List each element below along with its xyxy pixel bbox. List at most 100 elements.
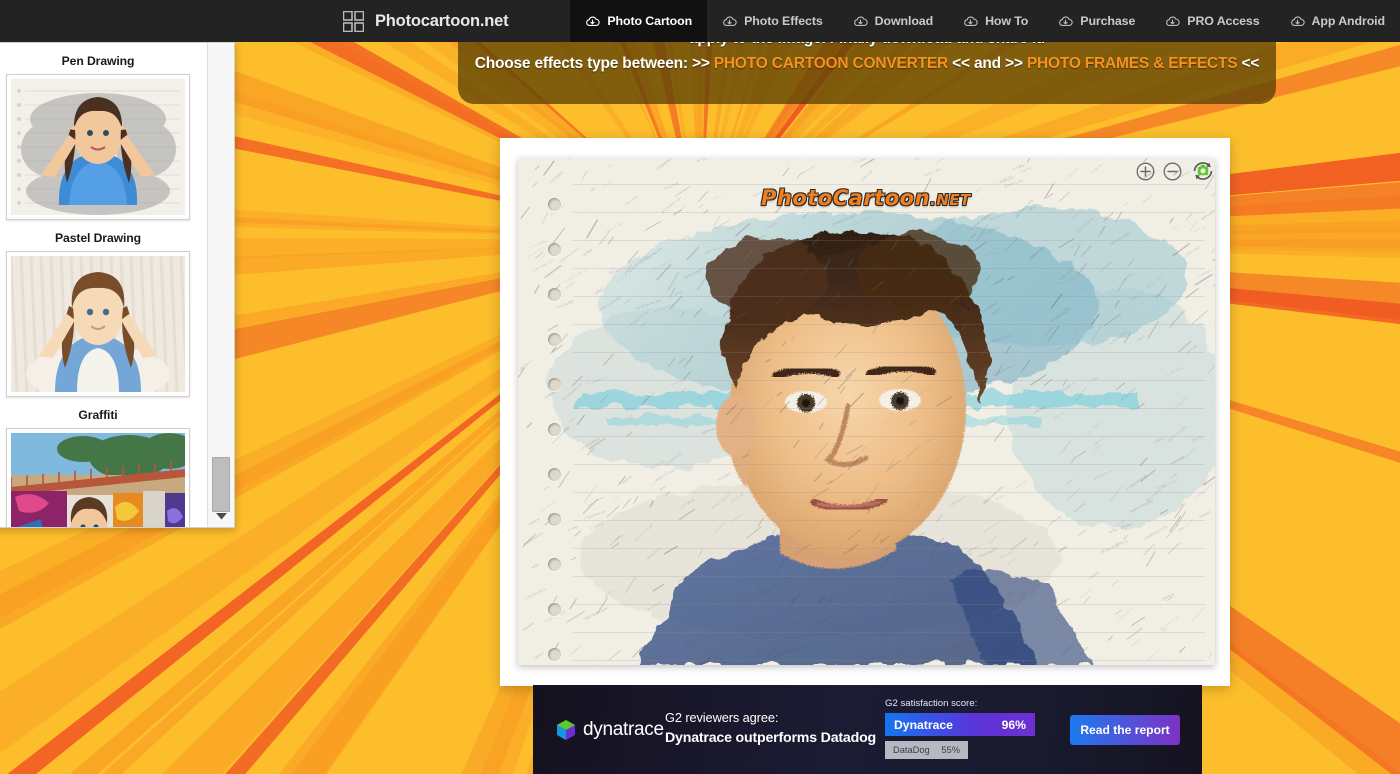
rule-line — [573, 240, 1205, 241]
rule-line — [573, 632, 1205, 633]
punch-hole — [548, 333, 561, 346]
rule-line — [573, 268, 1205, 269]
effect-label: Graffiti — [78, 408, 118, 422]
brand-logo-link[interactable]: Photocartoon.net — [343, 0, 509, 42]
banner-line-2: Choose effects type between: >> PHOTO CA… — [458, 51, 1276, 76]
cloud-download-icon — [586, 16, 600, 26]
sidebar-scrollbar-track[interactable] — [207, 43, 234, 527]
rule-line — [573, 408, 1205, 409]
brand-name: Photocartoon.net — [375, 11, 509, 30]
nav-item-purchase[interactable]: Purchase — [1043, 0, 1150, 42]
image-canvas-panel: PhotoCartoon.NET — [500, 138, 1230, 686]
punch-hole — [548, 468, 561, 481]
rule-line — [573, 380, 1205, 381]
rule-line — [573, 352, 1205, 353]
rule-line — [573, 520, 1205, 521]
nav-item-label: Photo Cartoon — [607, 14, 693, 28]
rule-line — [573, 604, 1205, 605]
link-photo-frames-effects[interactable]: PHOTO FRAMES & EFFECTS — [1027, 55, 1238, 72]
punch-hole — [548, 513, 561, 526]
nav-item-download[interactable]: Download — [838, 0, 948, 42]
image-toolbar — [1136, 158, 1216, 184]
rule-line — [573, 548, 1205, 549]
reset-refresh-button[interactable] — [1190, 158, 1216, 184]
rule-line — [573, 212, 1205, 213]
banner-prefix: Choose effects type between: >> — [474, 55, 710, 72]
rule-line — [573, 436, 1205, 437]
zoom-out-button[interactable] — [1163, 162, 1182, 181]
nav-item-pro-access[interactable]: PRO Access — [1150, 0, 1274, 42]
nav-item-how-to[interactable]: How To — [948, 0, 1043, 42]
effect-thumbnail-image[interactable] — [11, 433, 185, 527]
punch-hole — [548, 558, 561, 571]
nav-item-photo-cartoon[interactable]: Photo Cartoon — [570, 0, 708, 42]
cloud-download-icon — [964, 16, 978, 26]
nav-item-label: Download — [874, 14, 934, 28]
nav-item-label: App Android — [1311, 14, 1386, 28]
ad-bar-dynatrace-name: Dynatrace — [894, 717, 953, 732]
nav-menu: Photo Cartoon Photo Effects Download How To… — [570, 0, 1400, 42]
punch-hole — [548, 423, 561, 436]
image-watermark: PhotoCartoon.NET — [761, 186, 971, 210]
top-navbar: Photocartoon.net Photo Cartoon Photo Effe… — [0, 0, 1400, 42]
effect-thumbnail-image[interactable] — [11, 256, 185, 392]
banner-suffix: << — [1241, 55, 1260, 72]
punch-hole — [548, 603, 561, 616]
sidebar-scroll-down-button[interactable] — [208, 505, 234, 527]
punch-hole — [548, 288, 561, 301]
ad-logo: dynatrace — [555, 719, 664, 741]
nav-item-label: Purchase — [1080, 14, 1136, 28]
watermark-suffix: .NET — [930, 191, 971, 209]
ad-copy-line-2: Dynatrace outperforms Datadog — [665, 730, 876, 746]
banner-middle: << and >> — [952, 55, 1023, 72]
effects-list: Pen Drawing Pastel Drawing Graffiti — [0, 43, 208, 527]
sidebar-scrollbar-thumb[interactable] — [212, 457, 230, 512]
dynatrace-ad-banner[interactable]: dynatrace G2 reviewers agree: Dynatrace … — [533, 685, 1202, 774]
ad-bar-dynatrace-value: 96% — [1001, 717, 1026, 732]
nav-item-photo-effects[interactable]: Photo Effects — [707, 0, 838, 42]
page-root: apply to the image. Finally download and… — [0, 0, 1400, 774]
effect-thumbnail-frame[interactable] — [6, 251, 190, 397]
zoom-in-button[interactable] — [1136, 162, 1155, 181]
effect-thumbnail-frame[interactable] — [6, 428, 190, 527]
link-photo-cartoon-converter[interactable]: PHOTO CARTOON CONVERTER — [714, 55, 948, 72]
cloud-download-icon — [1059, 16, 1073, 26]
cloud-download-icon — [723, 16, 737, 26]
ad-bar-datadog-name: DataDog — [893, 745, 930, 755]
ad-score-label: G2 satisfaction score: — [885, 698, 978, 709]
ad-bar-datadog: DataDog 55% — [885, 741, 968, 759]
rule-line — [573, 324, 1205, 325]
effect-item-graffiti[interactable]: Graffiti — [0, 397, 208, 527]
nav-item-label: How To — [985, 14, 1029, 28]
ad-bar-datadog-value: 55% — [941, 745, 960, 755]
ad-bar-dynatrace: Dynatrace 96% — [885, 713, 1035, 736]
punch-hole — [548, 648, 561, 661]
dynatrace-cube-icon — [557, 720, 575, 740]
ad-copy: G2 reviewers agree: Dynatrace outperform… — [665, 710, 876, 746]
punch-hole — [548, 378, 561, 391]
nav-item-label: PRO Access — [1187, 14, 1260, 28]
cloud-download-icon — [1290, 16, 1305, 26]
ad-copy-line-1: G2 reviewers agree: — [665, 710, 779, 725]
rule-line — [573, 660, 1205, 661]
effect-label: Pastel Drawing — [55, 231, 141, 245]
ad-score-chart: G2 satisfaction score: Dynatrace 96% Dat… — [885, 698, 1035, 759]
punch-hole — [548, 198, 561, 211]
read-the-report-button[interactable]: Read the report — [1070, 715, 1180, 745]
cartoon-portrait-artwork[interactable] — [518, 158, 1215, 665]
nav-item-app-android[interactable]: App Android — [1275, 0, 1400, 42]
effect-thumbnail-image[interactable] — [11, 79, 185, 215]
rule-line — [573, 296, 1205, 297]
rule-line — [573, 576, 1205, 577]
effect-label: Pen Drawing — [61, 54, 135, 68]
cloud-download-icon — [853, 16, 868, 26]
effect-item-pen-drawing[interactable]: Pen Drawing — [0, 43, 208, 220]
effect-thumbnail-frame[interactable] — [6, 74, 190, 220]
notebook-paper: PhotoCartoon.NET — [518, 158, 1215, 665]
punch-hole — [548, 243, 561, 256]
effect-item-pastel-drawing[interactable]: Pastel Drawing — [0, 220, 208, 397]
grid-icon — [343, 10, 364, 32]
effects-sidebar: Pen Drawing Pastel Drawing Graffiti — [0, 42, 235, 528]
nav-item-label: Photo Effects — [744, 14, 823, 28]
chevron-down-icon — [216, 512, 227, 519]
